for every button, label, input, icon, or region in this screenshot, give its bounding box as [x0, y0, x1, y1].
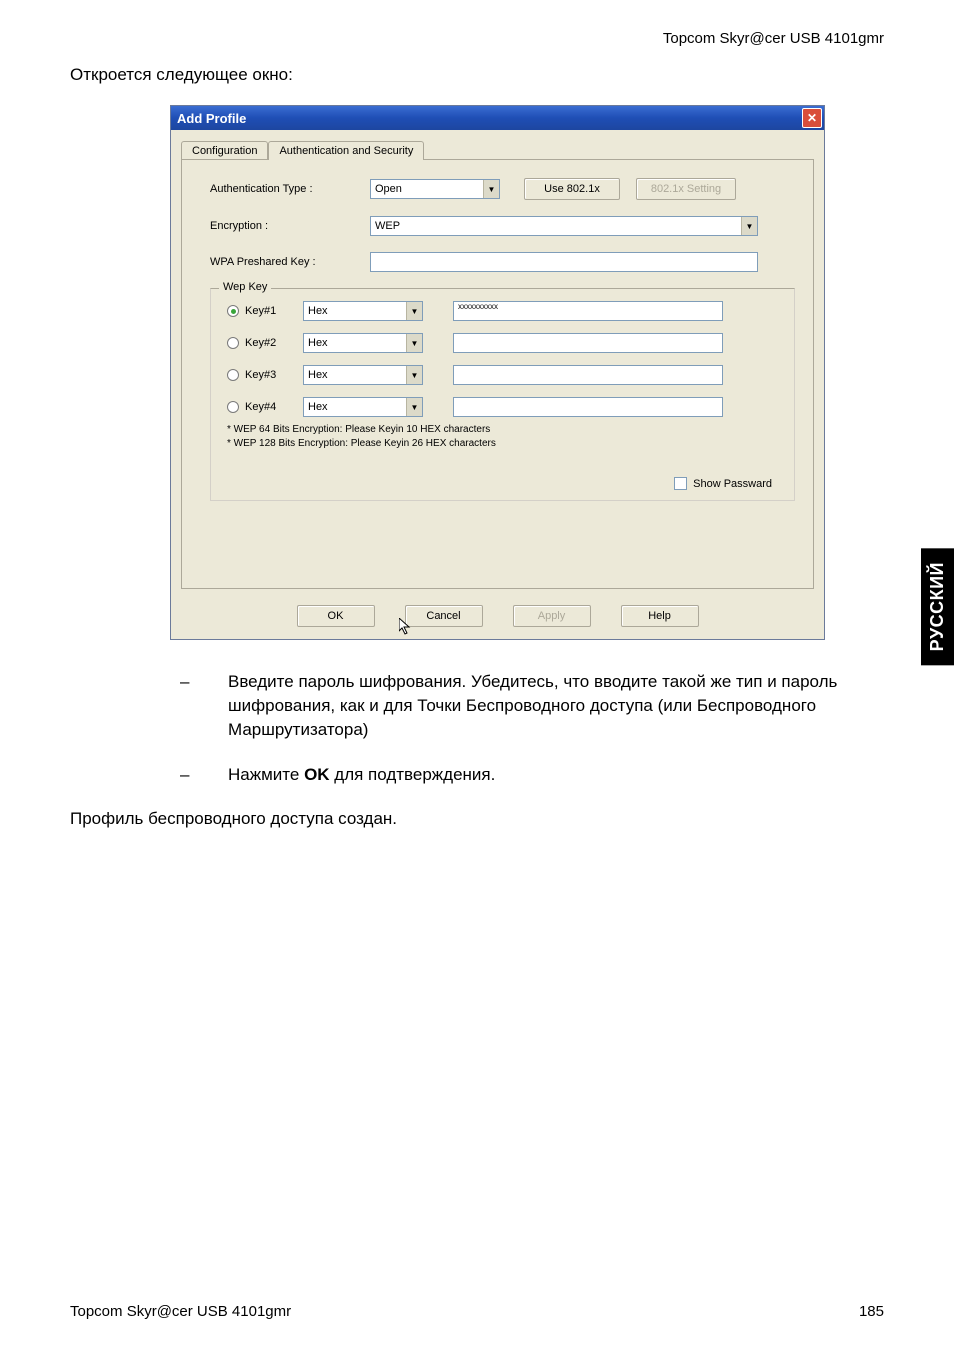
- chevron-down-icon: ▼: [406, 366, 422, 384]
- help-button[interactable]: Help: [621, 605, 699, 627]
- key4-format-value: Hex: [308, 401, 328, 413]
- bullet-dash: –: [180, 763, 228, 787]
- key4-value-input[interactable]: [453, 397, 723, 417]
- key4-label: Key#4: [245, 401, 303, 413]
- close-icon[interactable]: ✕: [802, 108, 822, 128]
- auth-type-select[interactable]: Open ▼: [370, 179, 500, 199]
- key1-format-value: Hex: [308, 305, 328, 317]
- header-product: Topcom Skyr@cer USB 4101gmr: [70, 30, 884, 47]
- key2-radio[interactable]: [227, 337, 239, 349]
- cancel-button[interactable]: Cancel: [405, 605, 483, 627]
- profile-created-text: Профиль беспроводного доступа создан.: [70, 809, 884, 829]
- chevron-down-icon: ▼: [406, 334, 422, 352]
- key1-value-input[interactable]: xxxxxxxxxx: [453, 301, 723, 321]
- dialog-title: Add Profile: [177, 111, 246, 126]
- bullet-text-2: Нажмите OK для подтверждения.: [228, 763, 495, 787]
- bullet-text-1: Введите пароль шифрования. Убедитесь, чт…: [228, 670, 844, 741]
- key2-format-value: Hex: [308, 337, 328, 349]
- encryption-select[interactable]: WEP ▼: [370, 216, 758, 236]
- key3-value-input[interactable]: [453, 365, 723, 385]
- key2-value-input[interactable]: [453, 333, 723, 353]
- key1-format-select[interactable]: Hex ▼: [303, 301, 423, 321]
- key1-label: Key#1: [245, 305, 303, 317]
- 8021x-setting-button: 802.1x Setting: [636, 178, 736, 200]
- show-password-checkbox[interactable]: [674, 477, 687, 490]
- chevron-down-icon: ▼: [741, 217, 757, 235]
- key3-label: Key#3: [245, 369, 303, 381]
- key4-radio[interactable]: [227, 401, 239, 413]
- chevron-down-icon: ▼: [483, 180, 499, 198]
- key4-format-select[interactable]: Hex ▼: [303, 397, 423, 417]
- footer-page-number: 185: [859, 1303, 884, 1320]
- key3-format-value: Hex: [308, 369, 328, 381]
- wpa-psk-input[interactable]: [370, 252, 758, 272]
- wep-key-group: Wep Key Key#1 Hex ▼ xxxxxxxxxx: [210, 288, 795, 501]
- apply-button: Apply: [513, 605, 591, 627]
- intro-text: Откроется следующее окно:: [70, 65, 884, 85]
- key2-label: Key#2: [245, 337, 303, 349]
- bullet-dash: –: [180, 670, 228, 741]
- auth-type-label: Authentication Type :: [210, 183, 370, 195]
- encryption-label: Encryption :: [210, 220, 370, 232]
- language-tab: РУССКИЙ: [921, 548, 954, 665]
- wpa-psk-label: WPA Preshared Key :: [210, 256, 370, 268]
- footer-product: Topcom Skyr@cer USB 4101gmr: [70, 1303, 291, 1320]
- key2-format-select[interactable]: Hex ▼: [303, 333, 423, 353]
- dialog-titlebar: Add Profile ✕: [171, 106, 824, 130]
- show-password-label: Show Passward: [693, 478, 772, 490]
- auth-type-value: Open: [375, 183, 402, 195]
- key1-radio[interactable]: [227, 305, 239, 317]
- key3-radio[interactable]: [227, 369, 239, 381]
- use-8021x-button[interactable]: Use 802.1x: [524, 178, 620, 200]
- tab-auth-security[interactable]: Authentication and Security: [268, 141, 424, 160]
- ok-button[interactable]: OK: [297, 605, 375, 627]
- encryption-value: WEP: [375, 220, 400, 232]
- chevron-down-icon: ▼: [406, 398, 422, 416]
- wep-key-group-title: Wep Key: [219, 281, 271, 293]
- add-profile-dialog: Add Profile ✕ Configuration Authenticati…: [170, 105, 825, 640]
- chevron-down-icon: ▼: [406, 302, 422, 320]
- tab-configuration[interactable]: Configuration: [181, 141, 268, 160]
- key3-format-select[interactable]: Hex ▼: [303, 365, 423, 385]
- wep-hint-64: * WEP 64 Bits Encryption: Please Keyin 1…: [227, 423, 778, 437]
- wep-hint-128: * WEP 128 Bits Encryption: Please Keyin …: [227, 437, 778, 451]
